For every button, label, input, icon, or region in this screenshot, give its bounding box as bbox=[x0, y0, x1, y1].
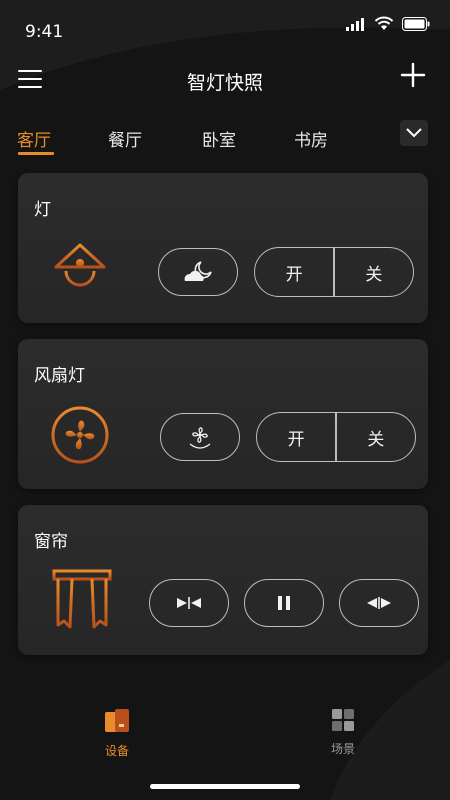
battery-icon bbox=[402, 16, 430, 31]
pendant-lamp-icon bbox=[54, 235, 106, 287]
nav-devices-label: 设备 bbox=[104, 744, 129, 758]
room-tabs: 客厅 餐厅 卧室 书房 bbox=[0, 118, 450, 158]
wifi-icon bbox=[374, 16, 394, 30]
curtain-close-icon bbox=[177, 597, 201, 609]
light-card-title: 灯 bbox=[34, 200, 51, 220]
tab-dining-room[interactable]: 餐厅 bbox=[108, 126, 142, 151]
fan-swing-icon bbox=[189, 427, 211, 449]
moon-cloud-icon bbox=[184, 261, 212, 281]
page-title: 智灯快照 bbox=[186, 72, 263, 94]
curtain-card-title: 窗帘 bbox=[34, 532, 68, 552]
fan-mode-button[interactable] bbox=[160, 413, 240, 461]
fan-icon bbox=[51, 406, 109, 464]
home-indicator bbox=[150, 784, 300, 789]
tabs-expand-button[interactable] bbox=[400, 120, 428, 146]
curtain-open-icon bbox=[367, 597, 391, 609]
app-header: 智灯快照 bbox=[0, 60, 450, 100]
curtain-card: 窗帘 bbox=[18, 505, 428, 655]
nav-scenes[interactable]: 场景 bbox=[313, 708, 373, 757]
status-bar: 9:41 bbox=[0, 0, 450, 62]
curtain-close-button[interactable] bbox=[149, 579, 229, 627]
grid-icon bbox=[332, 709, 354, 731]
tab-study[interactable]: 书房 bbox=[294, 126, 328, 151]
tab-living-room[interactable]: 客厅 bbox=[17, 126, 51, 151]
tab-bedroom[interactable]: 卧室 bbox=[202, 126, 236, 151]
add-icon[interactable] bbox=[400, 62, 426, 88]
light-on-button[interactable]: 开 bbox=[255, 248, 333, 296]
curtain-icon bbox=[52, 569, 112, 629]
active-tab-indicator bbox=[18, 152, 54, 155]
fan-light-card-title: 风扇灯 bbox=[34, 366, 85, 386]
light-power-toggle: 开 关 bbox=[254, 247, 414, 297]
night-mode-button[interactable] bbox=[158, 248, 238, 296]
status-icons bbox=[346, 16, 430, 31]
status-time: 9:41 bbox=[25, 22, 64, 42]
curtain-pause-button[interactable] bbox=[244, 579, 324, 627]
chevron-down-icon bbox=[406, 128, 422, 138]
signal-icon bbox=[346, 17, 364, 31]
pause-icon bbox=[278, 596, 290, 610]
fan-light-off-button[interactable]: 关 bbox=[337, 413, 415, 461]
light-off-button[interactable]: 关 bbox=[335, 248, 413, 296]
light-card: 灯 开 关 bbox=[18, 173, 428, 323]
fan-light-card: 风扇灯 开 关 bbox=[18, 339, 428, 489]
curtain-open-button[interactable] bbox=[339, 579, 419, 627]
nav-scenes-label: 场景 bbox=[330, 742, 355, 756]
bottom-nav: 设备 场景 bbox=[0, 700, 450, 770]
device-icon bbox=[105, 709, 129, 732]
nav-devices[interactable]: 设备 bbox=[87, 708, 147, 759]
fan-light-on-button[interactable]: 开 bbox=[257, 413, 335, 461]
fan-light-power-toggle: 开 关 bbox=[256, 412, 416, 462]
